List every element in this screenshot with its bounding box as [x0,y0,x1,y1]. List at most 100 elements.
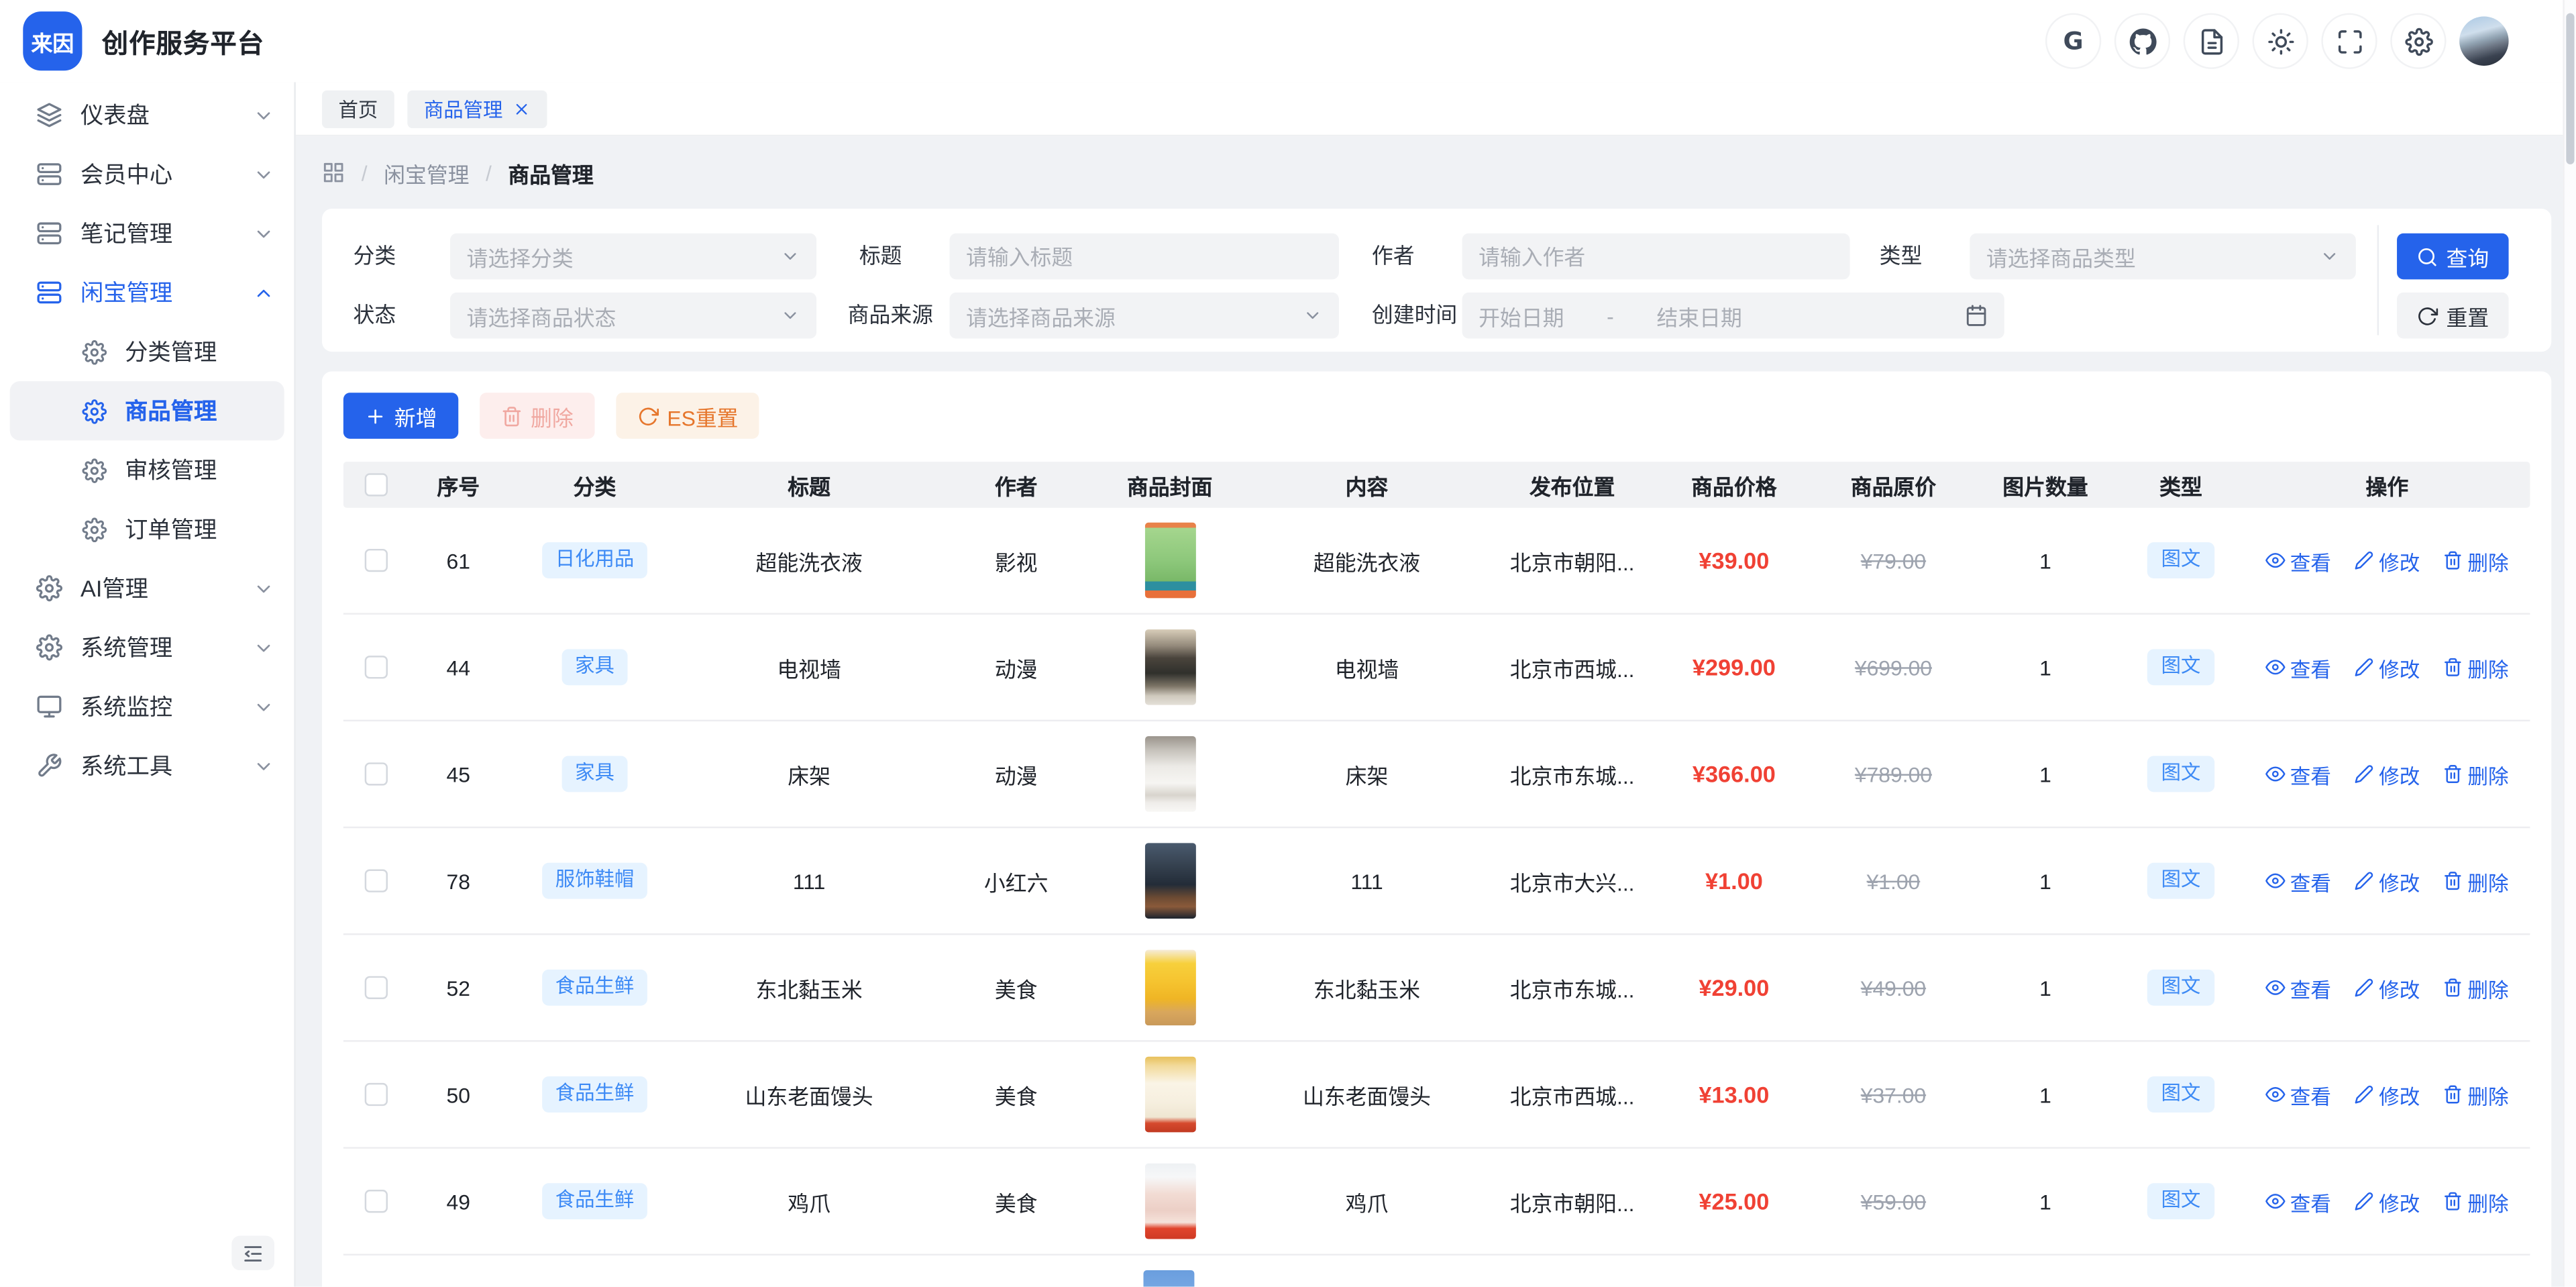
delete-link[interactable]: 删除 [2443,545,2509,576]
reset-button[interactable]: 重置 [2397,293,2509,339]
view-link[interactable]: 查看 [2265,758,2331,790]
view-link[interactable]: 查看 [2265,865,2331,896]
app-window: 来因 创作服务平台 G 仪表盘会员中心笔记管理闲宝管理分类管理商品管理审核管理订… [0,0,2576,1287]
type-select[interactable]: 请选择商品类型 [1970,234,2356,280]
sidebar-subitem-audit-mgmt[interactable]: 审核管理 [10,440,284,499]
sidebar-item-member-center[interactable]: 会员中心 [0,145,294,204]
settings-icon-button[interactable] [2390,13,2446,69]
title-cell: 东北黏玉米 [682,972,936,1004]
filter-panel: 分类 请选择分类 标题 作者 类型 请选择商品类型 状态 请选择商品状态 商品来… [322,209,2551,352]
row-checkbox[interactable] [365,1083,388,1106]
row-select-cell [343,762,409,785]
category-select[interactable]: 请选择分类 [450,234,816,280]
cover-cell [1095,523,1243,599]
edit-link[interactable]: 修改 [2354,972,2420,1004]
sidebar-item-system-mgmt[interactable]: 系统管理 [0,618,294,677]
product-cover-image[interactable] [1144,1057,1195,1133]
type-cell: 图文 [2118,650,2245,684]
delete-link[interactable]: 删除 [2443,1186,2509,1217]
breadcrumb-parent[interactable]: 闲宝管理 [384,157,469,189]
es-reset-button[interactable]: ES重置 [616,393,759,439]
eye-icon [2265,658,2285,677]
tab-home[interactable]: 首页 [322,89,394,127]
eye-icon [2265,764,2285,784]
row-checkbox[interactable] [365,549,388,572]
image-count-cell: 1 [1973,1189,2118,1214]
category-tag: 家具 [562,757,628,792]
scrollbar-thumb[interactable] [2566,13,2574,164]
delete-link[interactable]: 删除 [2443,972,2509,1004]
actions-cell: 查看修改删除 [2244,865,2530,896]
sidebar-item-system-monitor[interactable]: 系统监控 [0,677,294,736]
delete-link[interactable]: 删除 [2443,652,2509,683]
delete-link[interactable]: 删除 [2443,865,2509,896]
view-link[interactable]: 查看 [2265,1186,2331,1217]
row-checkbox[interactable] [365,656,388,678]
sidebar-item-xianbao-mgmt[interactable]: 闲宝管理 [0,263,294,322]
location-cell: 北京市朝阳... [1490,545,1654,576]
column-header: 商品原价 [1814,469,1974,501]
select-all-checkbox[interactable] [365,473,388,496]
edit-link[interactable]: 修改 [2354,652,2420,683]
grid-icon[interactable] [322,161,345,184]
sidebar-subitem-category-mgmt[interactable]: 分类管理 [10,322,284,381]
view-link[interactable]: 查看 [2265,972,2331,1004]
delete-link[interactable]: 删除 [2443,758,2509,790]
source-select[interactable]: 请选择商品来源 [950,293,1339,339]
title-input[interactable] [950,234,1339,280]
view-link[interactable]: 查看 [2265,652,2331,683]
product-cover-image[interactable] [1144,950,1195,1026]
sidebar-item-ai-mgmt[interactable]: AI管理 [0,559,294,618]
sidebar-item-dashboard[interactable]: 仪表盘 [0,85,294,144]
row-checkbox[interactable] [365,976,388,999]
author-filter-label: 作者 [1372,234,1415,280]
settings-icon [36,575,62,601]
eye-icon [2265,1192,2285,1211]
delete-button[interactable]: 删除 [480,393,594,439]
edit-link[interactable]: 修改 [2354,758,2420,790]
theme-icon-button[interactable] [2253,13,2308,69]
author-cell: 影视 [936,545,1096,576]
product-cover-image[interactable] [1144,523,1195,599]
delete-link[interactable]: 删除 [2443,1079,2509,1111]
type-cell: 图文 [2118,970,2245,1005]
product-cover-image[interactable] [1143,1270,1194,1286]
row-checkbox[interactable] [365,1190,388,1213]
author-input[interactable] [1462,234,1850,280]
sidebar-collapse-button[interactable] [231,1236,274,1270]
user-avatar[interactable] [2459,16,2508,65]
title-filter-label: 标题 [859,234,902,280]
type-tag: 图文 [2148,543,2214,578]
edit-link[interactable]: 修改 [2354,1186,2420,1217]
edit-link[interactable]: 修改 [2354,1079,2420,1111]
view-link[interactable]: 查看 [2265,1079,2331,1111]
filter-divider [2377,225,2379,336]
location-cell: 北京市朝阳... [1490,1186,1654,1217]
tab-product-mgmt[interactable]: 商品管理 [407,89,547,127]
sidebar-subitem-order-mgmt[interactable]: 订单管理 [10,499,284,558]
product-cover-image[interactable] [1144,1164,1195,1239]
gitee-icon-button[interactable]: G [2045,13,2101,69]
edit-link[interactable]: 修改 [2354,545,2420,576]
cover-cell [1095,1057,1243,1133]
edit-link[interactable]: 修改 [2354,865,2420,896]
github-icon-button[interactable] [2114,13,2170,69]
product-cover-image[interactable] [1144,843,1195,919]
sidebar-item-system-tools[interactable]: 系统工具 [0,736,294,795]
search-button[interactable]: 查询 [2397,234,2509,280]
add-button[interactable]: 新增 [343,393,458,439]
date-range-picker[interactable]: 开始日期 - 结束日期 [1462,293,2004,339]
close-icon[interactable] [513,99,531,117]
fullscreen-icon-button[interactable] [2321,13,2377,69]
product-cover-image[interactable] [1144,629,1195,705]
status-select[interactable]: 请选择商品状态 [450,293,816,339]
sidebar-subitem-product-mgmt[interactable]: 商品管理 [10,381,284,440]
document-icon-button[interactable] [2184,13,2239,69]
sidebar-item-note-mgmt[interactable]: 笔记管理 [0,204,294,263]
seq-cell: 45 [409,762,508,786]
window-scrollbar[interactable] [2563,0,2576,1287]
view-link[interactable]: 查看 [2265,545,2331,576]
row-checkbox[interactable] [365,762,388,785]
product-cover-image[interactable] [1144,736,1195,812]
row-checkbox[interactable] [365,870,388,892]
